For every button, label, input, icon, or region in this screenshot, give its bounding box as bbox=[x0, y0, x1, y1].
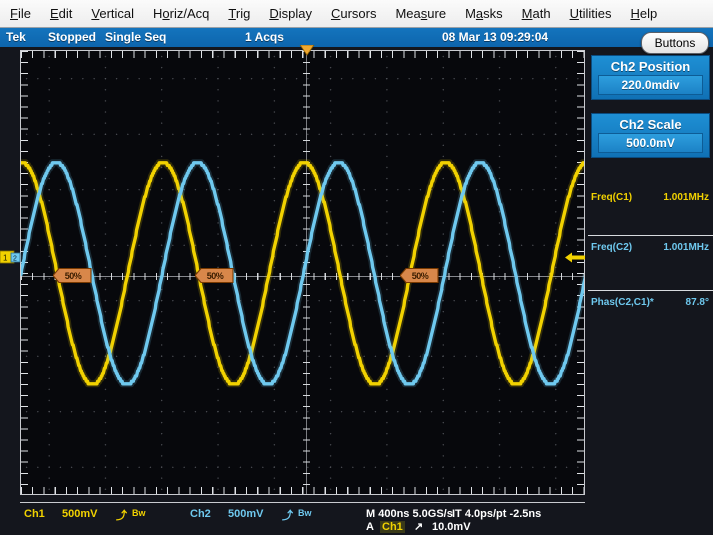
ch2-scale-value: 500mV bbox=[228, 508, 264, 520]
ch2-label[interactable]: Ch2 bbox=[190, 508, 211, 520]
menu-item-vertical[interactable]: Vertical bbox=[89, 4, 136, 23]
ch1-bandwidth-icon: Bw bbox=[132, 508, 146, 518]
trigger-source-label[interactable]: Ch1 bbox=[380, 521, 405, 533]
acquisition-count-label: 1 Acqs bbox=[245, 30, 284, 44]
menu-item-file[interactable]: File bbox=[8, 4, 33, 23]
ch1-scale-value: 500mV bbox=[62, 508, 98, 520]
trigger-level-arrow-icon[interactable] bbox=[564, 251, 586, 264]
ch2-bandwidth-icon: Bw bbox=[298, 508, 312, 518]
measurement-flag-50pct[interactable]: 50% bbox=[195, 268, 235, 283]
ch1-coupling-icon: ⤴ bbox=[116, 510, 127, 522]
svg-text:1: 1 bbox=[3, 254, 8, 263]
menu-item-display[interactable]: Display bbox=[267, 4, 314, 23]
menu-item-masks[interactable]: Masks bbox=[463, 4, 505, 23]
knob-title: Ch2 Position bbox=[610, 59, 691, 74]
measurement-flag-label: 50% bbox=[206, 270, 224, 281]
datetime-label: 08 Mar 13 09:29:04 bbox=[442, 30, 549, 44]
measurement-name: Freq(C2) bbox=[591, 242, 633, 253]
knob-value[interactable]: 220.0mdiv bbox=[598, 75, 703, 95]
status-bar: Tek Stopped Single Seq 1 Acqs 08 Mar 13 … bbox=[0, 28, 713, 47]
trigger-position-icon[interactable] bbox=[299, 43, 315, 56]
waveform-traces bbox=[21, 159, 584, 388]
measurement-flag-label: 50% bbox=[411, 270, 429, 281]
side-menu-panel: Ch2 Position 220.0mdiv Ch2 Scale 500.0mV… bbox=[588, 47, 713, 535]
acquisition-mode-label: Single Seq bbox=[105, 30, 167, 44]
scope-body: 1 2 50% 50% 50% Ch2 Position 220.0mdiv C… bbox=[0, 44, 713, 535]
brand-label: Tek bbox=[6, 30, 26, 44]
graticule[interactable] bbox=[20, 50, 585, 495]
menu-item-horiz-acq[interactable]: Horiz/Acq bbox=[151, 4, 211, 23]
knob-ch2-scale[interactable]: Ch2 Scale 500.0mV bbox=[591, 113, 710, 158]
ch1-label[interactable]: Ch1 bbox=[24, 508, 45, 520]
measurement-value: 1.001MHz bbox=[663, 192, 709, 203]
menu-item-utilities[interactable]: Utilities bbox=[568, 4, 614, 23]
menu-item-measure[interactable]: Measure bbox=[393, 4, 448, 23]
knob-value[interactable]: 500.0mV bbox=[598, 133, 703, 153]
measurement-flag-50pct[interactable]: 50% bbox=[53, 268, 93, 283]
knob-title: Ch2 Scale bbox=[619, 117, 682, 132]
menu-item-cursors[interactable]: Cursors bbox=[329, 4, 379, 23]
menu-item-help[interactable]: Help bbox=[628, 4, 659, 23]
measurement-flag-50pct[interactable]: 50% bbox=[400, 268, 440, 283]
trigger-slope-icon: ↗ bbox=[414, 521, 424, 533]
menu-bar: File Edit Vertical Horiz/Acq Trig Display Curs… bbox=[0, 0, 713, 28]
graticule-wrapper: 1 2 50% 50% 50% bbox=[0, 44, 586, 495]
divider bbox=[588, 290, 713, 291]
svg-text:2: 2 bbox=[13, 256, 17, 263]
menu-item-math[interactable]: Math bbox=[520, 4, 553, 23]
divider bbox=[20, 502, 585, 503]
knob-ch2-position[interactable]: Ch2 Position 220.0mdiv bbox=[591, 55, 710, 100]
measurement-value: 1.001MHz bbox=[663, 242, 709, 253]
menu-item-edit[interactable]: Edit bbox=[48, 4, 74, 23]
channel-ground-reference-icon[interactable]: 1 2 bbox=[0, 249, 22, 265]
interpolation-readout: IT 4.0ps/pt -2.5ns bbox=[452, 508, 542, 520]
measurement-value: 87.8° bbox=[685, 297, 709, 308]
divider bbox=[588, 235, 713, 236]
ch2-coupling-icon: ⤴ bbox=[282, 510, 293, 522]
measurement-flag-label: 50% bbox=[64, 270, 82, 281]
run-state-label: Stopped bbox=[48, 30, 96, 44]
horizontal-readout: M 400ns 5.0GS/s bbox=[366, 508, 453, 520]
buttons-button[interactable]: Buttons bbox=[641, 32, 709, 54]
measurement-name: Freq(C1) bbox=[591, 192, 633, 203]
measurement-name: Phas(C2,C1)* bbox=[591, 297, 654, 308]
trigger-a-label: A bbox=[366, 521, 374, 533]
trigger-level-value: 10.0mV bbox=[432, 521, 471, 533]
menu-item-trig[interactable]: Trig bbox=[226, 4, 252, 23]
bottom-readout-bar: Ch1 500mV ⤴ Bw Ch2 500mV ⤴ Bw M 400ns 5.… bbox=[0, 502, 713, 535]
